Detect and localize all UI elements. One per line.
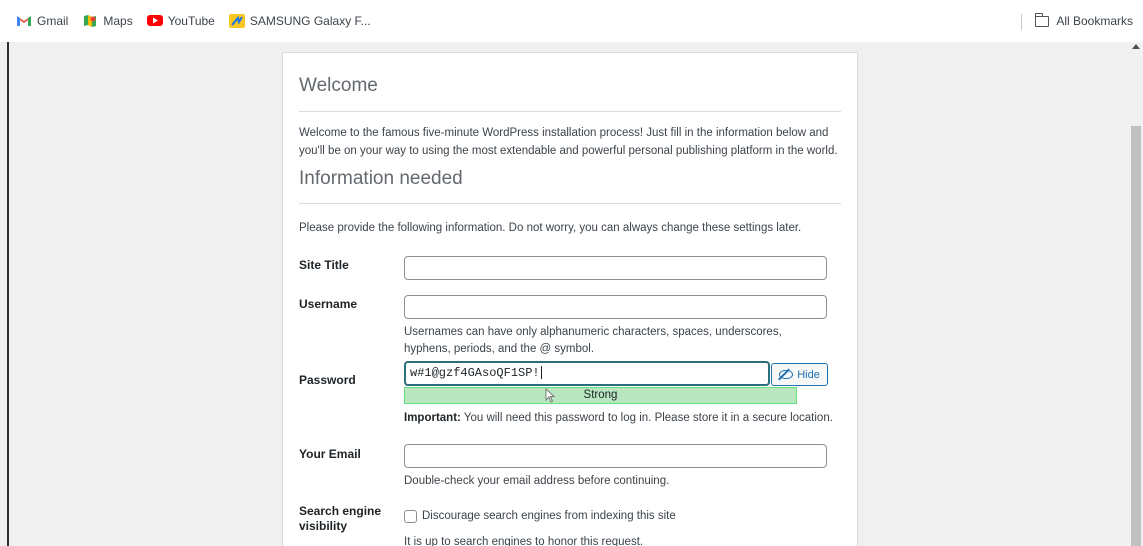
discourage-search-checkbox[interactable] — [404, 510, 417, 523]
maps-icon — [82, 14, 98, 28]
site-title-input[interactable] — [404, 256, 827, 280]
username-description: Usernames can have only alphanumeric cha… — [404, 326, 782, 355]
install-form-card: Welcome Welcome to the famous five-minut… — [282, 52, 858, 546]
email-label: Your Email — [299, 447, 361, 461]
search-visibility-label: Search engine visibility — [299, 504, 382, 533]
username-input[interactable] — [404, 295, 827, 319]
bookmarks-bar: Gmail Maps YouTube SAMSUNG Galaxy F... A… — [0, 0, 1143, 42]
hide-button-label: Hide — [797, 368, 820, 381]
email-description: Double-check your email address before c… — [404, 475, 670, 487]
password-strength-meter: Strong — [404, 387, 797, 404]
youtube-icon — [146, 14, 163, 28]
window-edge — [7, 42, 9, 546]
site-title-label: Site Title — [299, 258, 349, 272]
password-label: Password — [299, 373, 356, 387]
info-text: Please provide the following information… — [299, 222, 802, 234]
bookmark-youtube[interactable]: YouTube — [146, 14, 215, 28]
username-label: Username — [299, 297, 358, 311]
bookmark-gmail[interactable]: Gmail — [16, 14, 68, 28]
vertical-scrollbar[interactable] — [1129, 42, 1143, 546]
eye-slash-icon — [779, 370, 794, 379]
gmail-icon — [16, 14, 32, 28]
all-bookmarks-button[interactable]: All Bookmarks — [1021, 0, 1143, 42]
important-label: Important: — [404, 412, 461, 424]
discourage-search-label[interactable]: Discourage search engines from indexing … — [422, 508, 676, 525]
divider — [299, 203, 841, 204]
hide-password-button[interactable]: Hide — [771, 363, 828, 386]
email-input[interactable] — [404, 444, 827, 468]
bookmark-label: Gmail — [37, 14, 69, 28]
text-caret — [540, 366, 542, 380]
bookmarks-divider — [1021, 14, 1023, 30]
bookmark-label: Maps — [103, 14, 133, 28]
scrollbar-thumb[interactable] — [1131, 126, 1141, 546]
bookmark-samsung[interactable]: SAMSUNG Galaxy F... — [228, 14, 371, 28]
password-important-note: Important: You will need this password t… — [404, 410, 844, 427]
info-needed-heading: Information needed — [299, 168, 463, 189]
password-input[interactable]: w#1@gzf4GAsoQF1SP! — [404, 361, 770, 386]
samsung-icon — [228, 14, 245, 28]
page-viewport: Welcome Welcome to the famous five-minut… — [0, 42, 1143, 546]
scroll-up-arrow-icon[interactable] — [1132, 44, 1140, 49]
welcome-heading: Welcome — [299, 75, 378, 96]
divider — [299, 111, 841, 112]
welcome-text: Welcome to the famous five-minute WordPr… — [299, 127, 838, 157]
bookmark-label: YouTube — [167, 14, 215, 28]
search-visibility-description: It is up to search engines to honor this… — [404, 536, 644, 546]
all-bookmarks-label: All Bookmarks — [1056, 14, 1133, 28]
folder-icon — [1035, 12, 1050, 27]
bookmark-label: SAMSUNG Galaxy F... — [249, 14, 371, 28]
bookmark-maps[interactable]: Maps — [82, 14, 133, 28]
password-value: w#1@gzf4GAsoQF1SP! — [410, 366, 540, 380]
important-text: You will need this password to log in. P… — [460, 412, 833, 424]
